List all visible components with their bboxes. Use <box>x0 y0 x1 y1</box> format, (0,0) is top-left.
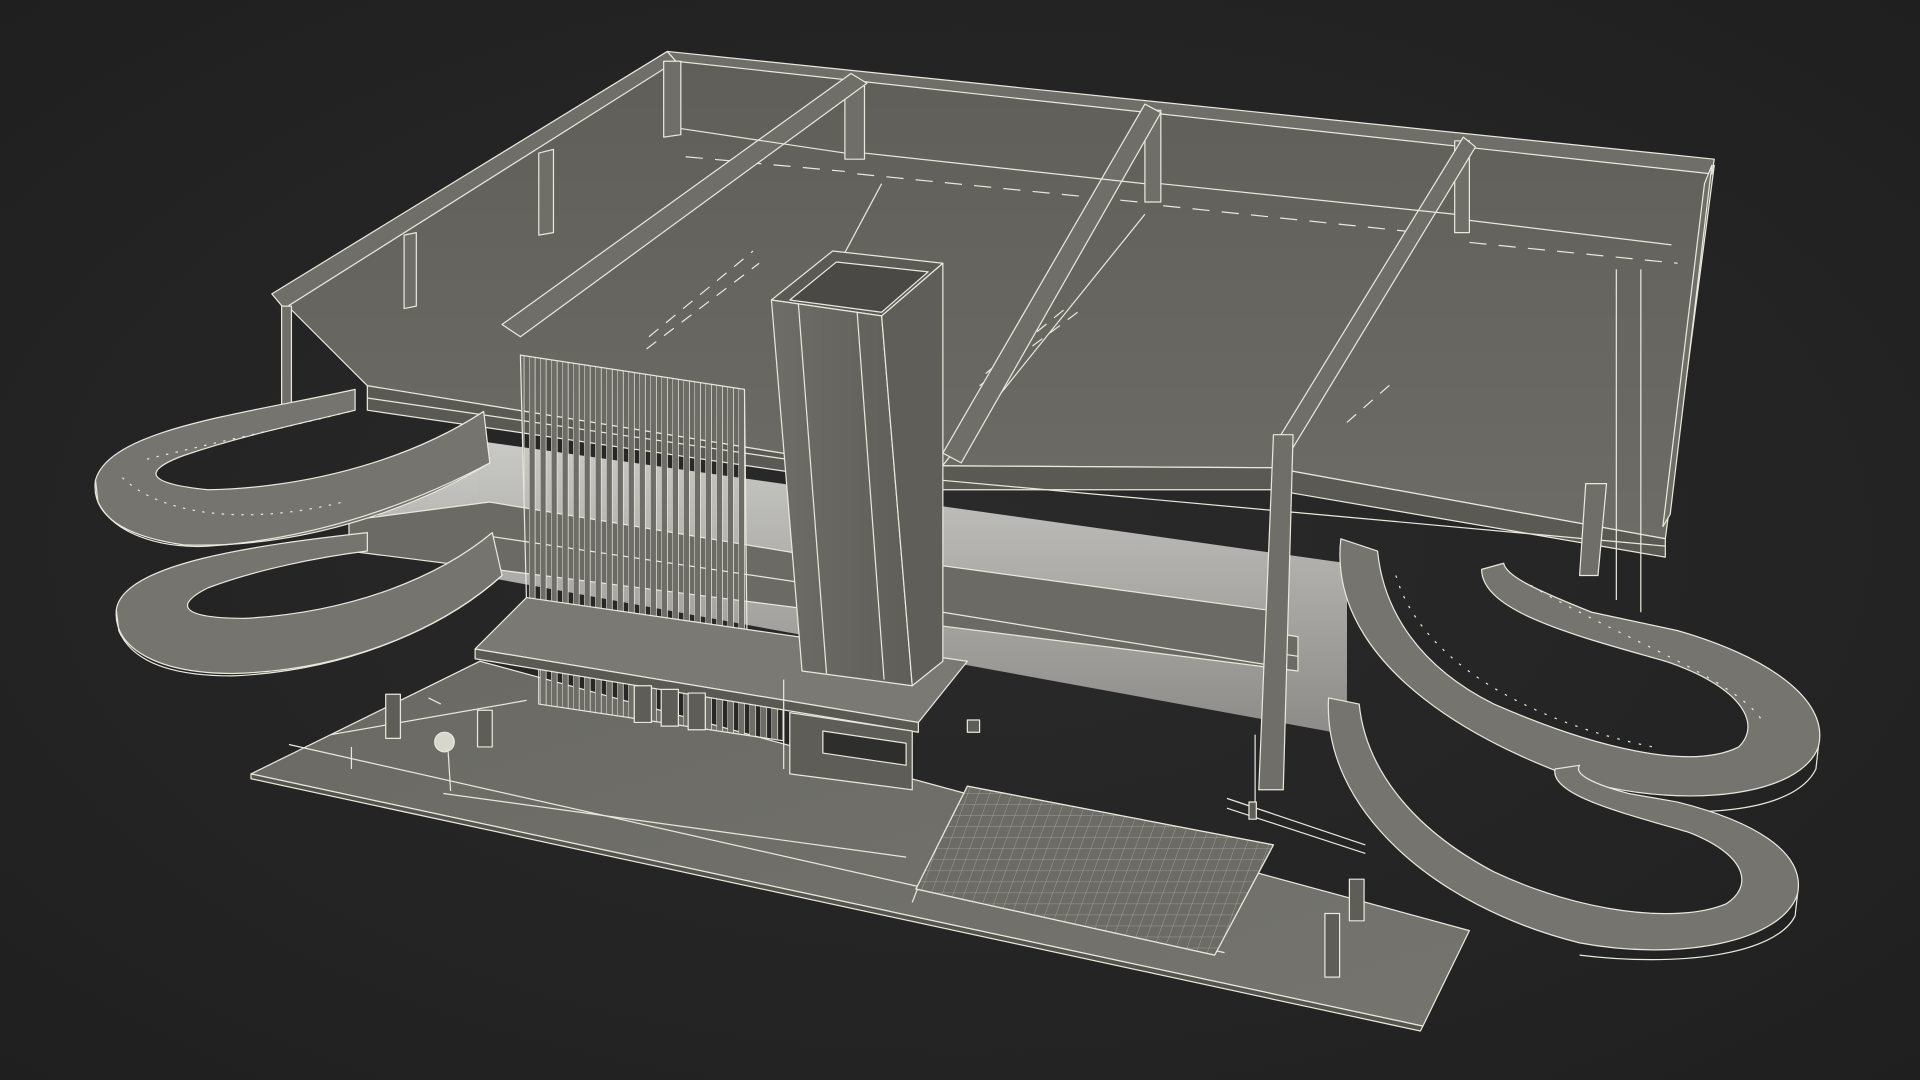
parking-garage-model <box>94 50 1821 1032</box>
spiral-ramp-right-upper <box>1339 538 1821 813</box>
render-viewport[interactable] <box>0 0 1920 1080</box>
